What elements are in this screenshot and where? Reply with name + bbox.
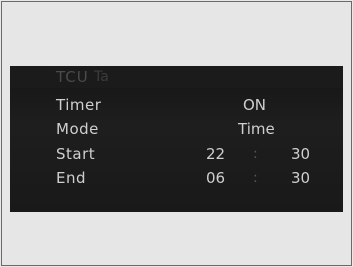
start-minute-value[interactable]: 30 [291,142,310,166]
timer-value[interactable]: ON [243,93,266,117]
start-hour-value[interactable]: 22 [206,142,225,166]
start-label: Start [56,145,96,163]
screen-header: TCU Ta [10,66,343,88]
timer-label: Timer [56,96,102,114]
start-row[interactable]: Start 22 : 30 [10,142,343,166]
mode-row[interactable]: Mode Time [10,117,343,141]
start-time-separator: : [253,146,258,162]
timer-row[interactable]: Timer ON [10,93,343,117]
tcu-screen: TCU Ta Timer ON Mode Time Start 22 : 30 … [10,66,343,212]
end-label: End [56,169,87,187]
screen-subtitle: Ta [94,69,109,85]
end-minute-value[interactable]: 30 [291,166,310,190]
end-hour-value[interactable]: 06 [206,166,225,190]
end-row[interactable]: End 06 : 30 [10,166,343,190]
mode-value[interactable]: Time [238,117,275,141]
mode-label: Mode [56,120,99,138]
end-time-separator: : [253,170,258,186]
display-frame: TCU Ta Timer ON Mode Time Start 22 : 30 … [1,1,352,266]
screen-title: TCU [56,68,89,86]
